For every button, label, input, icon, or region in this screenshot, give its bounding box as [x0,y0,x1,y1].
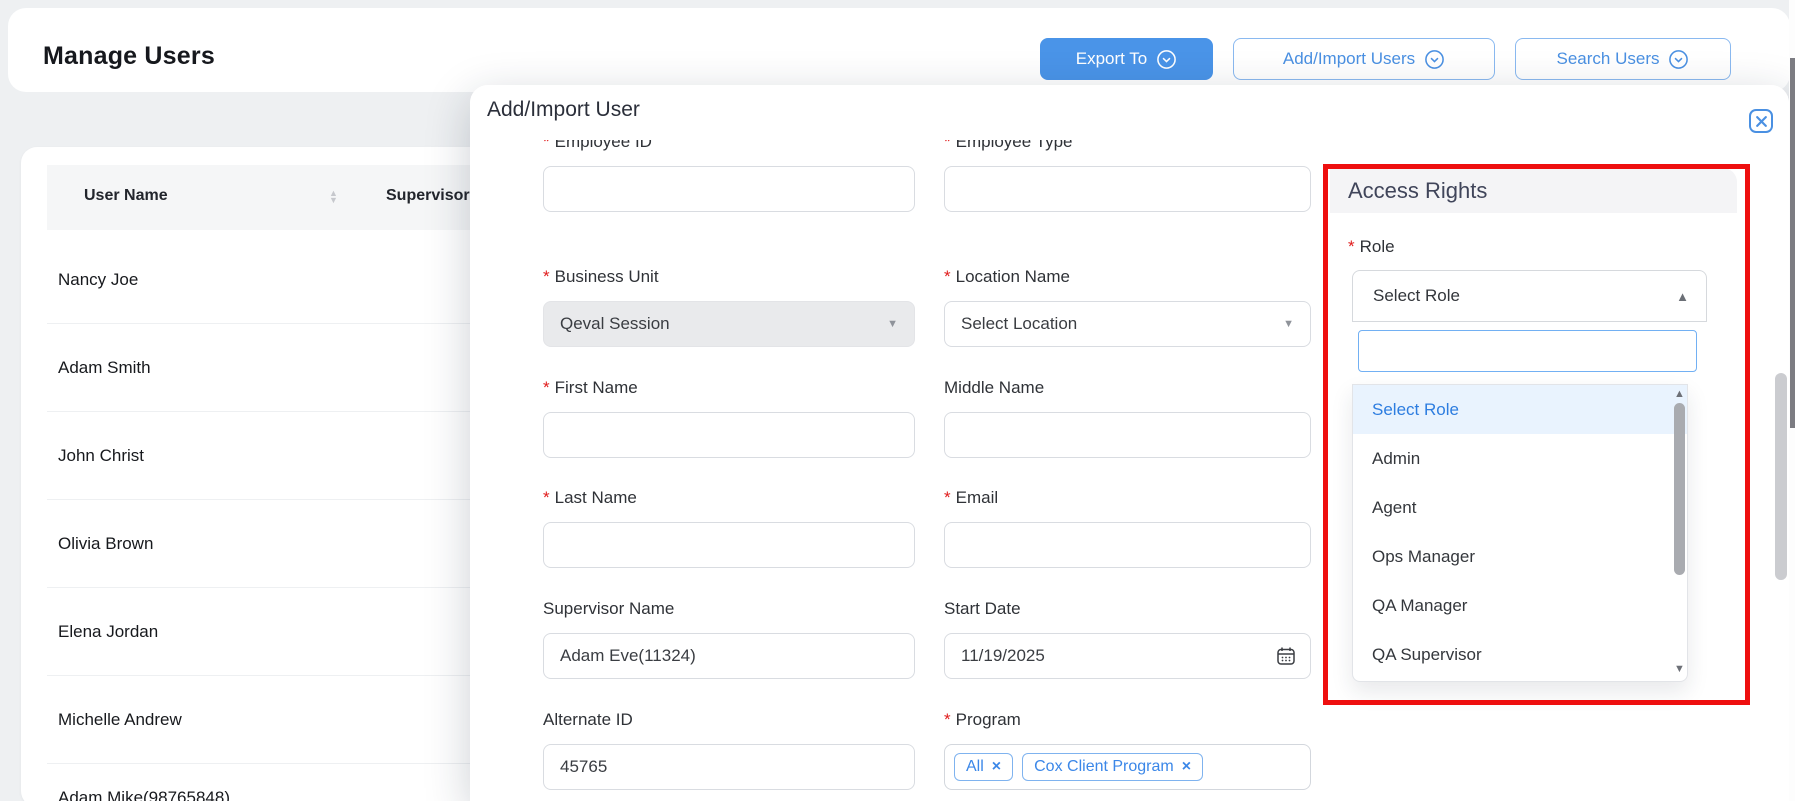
middle-name-label: Middle Name [944,378,1044,400]
business-unit-select: Qeval Session ▼ [543,301,915,347]
role-option[interactable]: Ops Manager [1353,532,1687,581]
modal-scrollbar-thumb[interactable] [1775,373,1787,580]
modal-title: Add/Import User [487,98,640,122]
user-name-cell: Olivia Brown [47,534,153,554]
add-import-user-modal: *Employee ID *Business Unit Qeval Sessio… [470,85,1789,801]
export-to-button[interactable]: Export To [1040,38,1213,80]
location-name-label: *Location Name [944,267,1070,289]
program-label: *Program [944,710,1021,732]
search-users-button[interactable]: Search Users [1515,38,1731,80]
access-rights-title: Access Rights [1348,178,1487,204]
search-users-label: Search Users [1557,49,1660,69]
remove-chip-icon[interactable]: × [1182,758,1191,776]
user-name-cell: Adam Mike(98765848) [47,788,230,801]
role-options-list: Select Role Admin Agent Ops Manager QA M… [1352,384,1688,682]
chevron-down-circle-icon [1424,49,1445,70]
caret-up-icon: ▲ [1676,289,1689,304]
modal-title-bar: Add/Import User [470,85,1789,140]
role-option[interactable]: Admin [1353,434,1687,483]
program-chip-label: All [966,758,984,776]
role-option[interactable]: QA Supervisor [1353,630,1687,679]
start-date-input[interactable] [944,633,1311,679]
required-asterisk: * [543,267,550,286]
page-header: Manage Users Export To Add/Import Users … [8,8,1790,92]
sort-down-glyph: ▼ [329,197,338,204]
chevron-down-circle-icon [1668,49,1689,70]
alternate-id-label: Alternate ID [543,710,633,732]
sort-icon[interactable]: ▲ ▼ [329,190,338,204]
chevron-down-circle-icon [1156,49,1177,70]
employee-id-input[interactable] [543,166,915,212]
program-chip[interactable]: Cox Client Program × [1022,753,1203,781]
export-to-label: Export To [1076,49,1148,69]
column-header-supervisor[interactable]: Supervisor [386,187,470,205]
program-multiselect[interactable]: All × Cox Client Program × [944,744,1311,790]
start-date-label: Start Date [944,599,1021,621]
middle-name-input[interactable] [944,412,1311,458]
role-option[interactable]: QA Manager [1353,581,1687,630]
caret-down-icon: ▼ [887,318,898,330]
business-unit-value: Qeval Session [560,314,670,334]
role-select-value: Select Role [1373,286,1460,306]
role-list-scrollbar-thumb[interactable] [1674,403,1685,575]
user-name-cell: John Christ [47,446,144,466]
add-import-users-label: Add/Import Users [1283,49,1415,69]
role-label: *Role [1348,237,1395,259]
last-name-input[interactable] [543,522,915,568]
supervisor-name-input[interactable] [543,633,915,679]
location-name-select[interactable]: Select Location ▼ [944,301,1311,347]
required-asterisk: * [944,267,951,286]
page-scrollbar[interactable] [1789,0,1795,801]
program-chip-label: Cox Client Program [1034,758,1174,776]
role-select[interactable]: Select Role ▲ [1352,270,1707,322]
required-asterisk: * [543,378,550,397]
program-chip[interactable]: All × [954,753,1013,781]
modal-close-button[interactable] [1749,109,1773,133]
user-name-cell: Elena Jordan [47,622,158,642]
scroll-up-arrow-icon[interactable]: ▲ [1673,388,1686,400]
first-name-label: *First Name [543,378,638,400]
email-input[interactable] [944,522,1311,568]
caret-down-icon: ▼ [1283,318,1294,330]
required-asterisk: * [543,488,550,507]
table-row-partial[interactable]: Adam Mike(98765848) [47,788,230,801]
role-option[interactable]: Agent [1353,483,1687,532]
column-header-user-name[interactable]: User Name [84,187,168,205]
close-icon [1755,115,1768,128]
required-asterisk: * [1348,237,1355,256]
user-name-cell: Nancy Joe [47,270,138,290]
required-asterisk: * [944,710,951,729]
employee-type-input[interactable] [944,166,1311,212]
remove-chip-icon[interactable]: × [992,758,1001,776]
first-name-input[interactable] [543,412,915,458]
add-import-users-button[interactable]: Add/Import Users [1233,38,1495,80]
screen: Manage Users Export To Add/Import Users … [0,0,1795,801]
supervisor-name-label: Supervisor Name [543,599,674,621]
last-name-label: *Last Name [543,488,637,510]
start-date-field [944,633,1311,679]
role-search-input[interactable] [1358,330,1697,372]
access-rights-header: Access Rights [1330,168,1737,213]
scroll-down-arrow-icon[interactable]: ▼ [1673,663,1686,675]
user-name-cell: Michelle Andrew [47,710,182,730]
location-name-value: Select Location [961,314,1077,334]
email-label: *Email [944,488,998,510]
page-scrollbar-thumb[interactable] [1790,58,1795,428]
alternate-id-input[interactable] [543,744,915,790]
calendar-icon[interactable] [1275,645,1297,667]
required-asterisk: * [944,488,951,507]
role-option[interactable]: Select Role [1353,385,1687,434]
business-unit-label: *Business Unit [543,267,659,289]
user-name-cell: Adam Smith [47,358,151,378]
page-title: Manage Users [43,42,215,71]
